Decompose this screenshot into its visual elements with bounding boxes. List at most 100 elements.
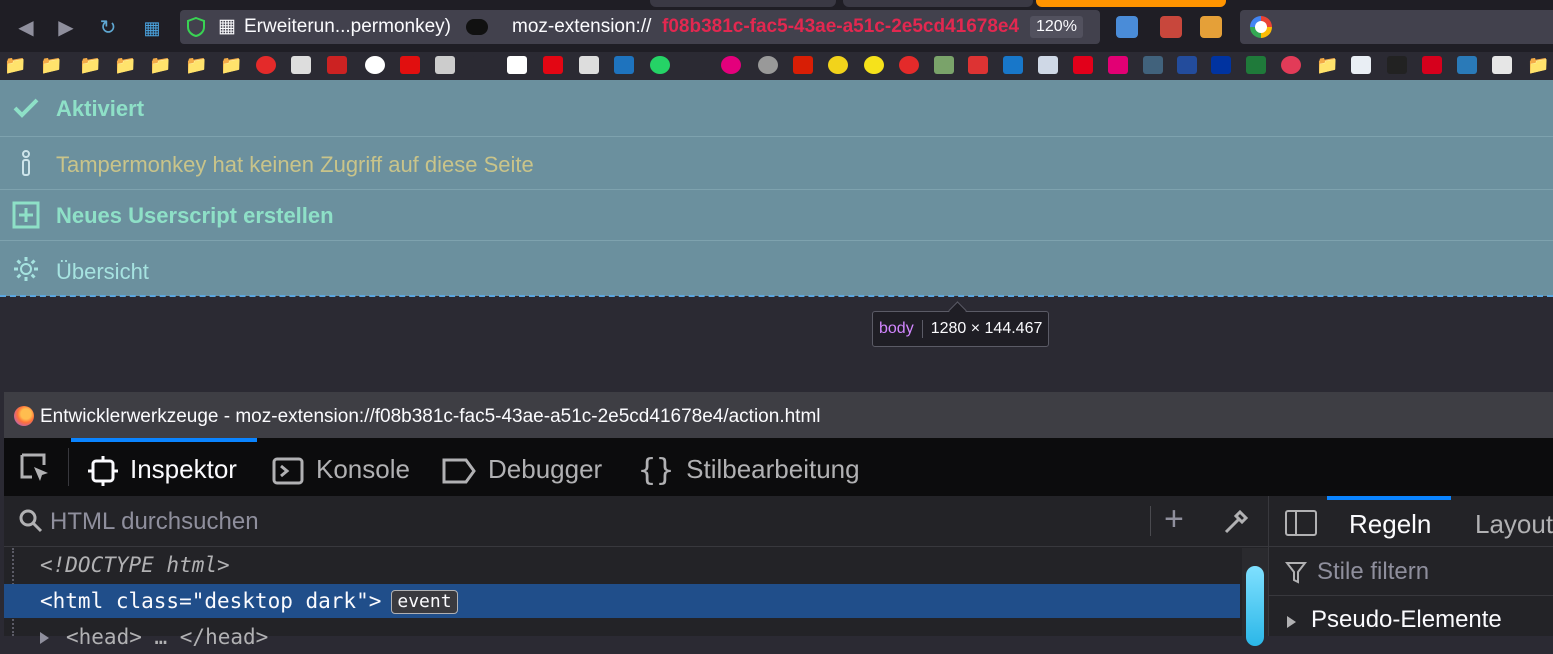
search-bar[interactable]	[1240, 10, 1553, 44]
bookmark-icon[interactable]	[758, 56, 778, 74]
bookmark-folder-icon[interactable]: 📁	[79, 56, 99, 74]
bookmark-icon[interactable]	[1246, 56, 1266, 74]
styles-filter-input[interactable]	[1315, 555, 1549, 589]
checkmark-icon	[13, 98, 39, 118]
markup-scrollbar[interactable]	[1242, 548, 1268, 646]
bookmark-icon[interactable]	[291, 56, 311, 74]
bookmark-icon[interactable]	[968, 56, 988, 74]
browser-toolbar: ◀ ▶ ↻ ▦ ▦ Erweiterun...permonkey) moz-ex…	[0, 0, 1553, 52]
enabled-toggle-row[interactable]: Aktiviert	[0, 80, 1553, 137]
bookmark-icon[interactable]	[793, 56, 813, 74]
bookmark-folder-icon[interactable]: 📁	[185, 56, 205, 74]
bookmark-folder-icon[interactable]: 📁	[4, 56, 24, 74]
new-userscript-row[interactable]: Neues Userscript erstellen	[0, 190, 1553, 241]
bookmark-icon[interactable]	[400, 56, 420, 74]
markup-node-doctype[interactable]: <!DOCTYPE html>	[4, 548, 1240, 582]
markup-node-html-selected[interactable]: <html class="desktop dark"> event	[4, 584, 1240, 618]
bookmark-icon[interactable]	[1492, 56, 1512, 74]
bookmark-icon[interactable]	[579, 56, 599, 74]
toggle-pane-icon[interactable]	[1285, 510, 1317, 536]
reload-icon[interactable]: ↻	[94, 14, 122, 42]
pseudo-elements-row[interactable]: Pseudo-Elemente	[1269, 596, 1553, 636]
bookmark-icon[interactable]	[1177, 56, 1197, 74]
extension-icon[interactable]	[1160, 16, 1182, 38]
bookmark-icon[interactable]	[899, 56, 919, 74]
console-icon	[272, 457, 304, 485]
tab-sliver[interactable]	[843, 0, 1033, 7]
bookmark-icon[interactable]	[327, 56, 347, 74]
bookmark-icon[interactable]	[1422, 56, 1442, 74]
expand-toggle-icon[interactable]	[40, 632, 49, 644]
eyedropper-icon[interactable]	[1222, 508, 1250, 536]
bookmark-folder-icon[interactable]: 📁	[149, 56, 169, 74]
markup-node-head[interactable]: <head> … </head>	[4, 620, 1240, 654]
bookmark-icon[interactable]	[543, 56, 563, 74]
bookmark-icon[interactable]	[828, 56, 848, 74]
tab-layout[interactable]: Layout	[1475, 496, 1553, 546]
overview-row[interactable]: Übersicht	[0, 241, 1553, 295]
bookmark-icon[interactable]	[256, 56, 276, 74]
forward-arrow-icon[interactable]: ▶	[52, 14, 80, 42]
bookmark-folder-icon[interactable]: 📁	[1527, 56, 1547, 74]
tab-inspector[interactable]: Inspektor	[88, 438, 237, 496]
tab-style-editor-label: Stilbearbeitung	[686, 454, 860, 484]
tab-inspector-label: Inspektor	[130, 454, 237, 484]
bookmark-icon[interactable]	[435, 56, 455, 74]
bookmark-icon[interactable]	[1003, 56, 1023, 74]
bookmark-icon[interactable]	[365, 56, 385, 74]
tab-sliver[interactable]	[650, 0, 836, 7]
tab-sliver-active[interactable]	[1036, 0, 1226, 7]
filter-icon	[1285, 562, 1307, 584]
node-code: <!DOCTYPE html>	[40, 553, 230, 577]
bookmark-icon[interactable]	[1143, 56, 1163, 74]
sidebar-tabs: Regeln Layout	[1269, 496, 1553, 547]
bookmark-icon[interactable]	[685, 56, 705, 74]
bookmark-icon[interactable]	[934, 56, 954, 74]
bookmark-icon[interactable]	[1351, 56, 1371, 74]
bookmark-folder-icon[interactable]: 📁	[1316, 56, 1336, 74]
bookmark-icon[interactable]	[1108, 56, 1128, 74]
bookmark-icon[interactable]	[1038, 56, 1058, 74]
bookmark-icon[interactable]	[1073, 56, 1093, 74]
bookmark-icon[interactable]	[721, 56, 741, 74]
tab-style-editor[interactable]: {} Stilbearbeitung	[638, 438, 860, 496]
scrollbar-thumb[interactable]	[1246, 566, 1264, 646]
back-arrow-icon[interactable]: ◀	[12, 14, 40, 42]
bookmark-icon[interactable]	[1281, 56, 1301, 74]
devtools-titlebar[interactable]: Entwicklerwerkzeuge - moz-extension://f0…	[4, 392, 1553, 438]
google-icon	[1250, 16, 1272, 38]
shield-icon[interactable]	[186, 17, 206, 37]
markup-tree: <!DOCTYPE html> <html class="desktop dar…	[4, 548, 1240, 649]
extension-icon[interactable]	[1200, 16, 1222, 38]
tab-console-label: Konsole	[316, 454, 410, 484]
bookmark-folder-icon[interactable]: 📁	[40, 56, 60, 74]
bookmark-icon[interactable]	[1457, 56, 1477, 74]
event-badge[interactable]: event	[391, 590, 458, 614]
html-search-input[interactable]	[48, 504, 1142, 540]
debugger-icon	[442, 458, 476, 484]
expand-toggle-icon[interactable]	[1287, 616, 1296, 628]
url-host[interactable]: f08b381c-fac5-43ae-a51c-2e5cd41678e4	[662, 10, 1028, 44]
url-prefix[interactable]: moz-extension://	[512, 10, 651, 44]
bookmark-icon[interactable]	[614, 56, 634, 74]
add-node-icon[interactable]: +	[1164, 500, 1184, 539]
bookmark-icon[interactable]	[507, 56, 527, 74]
tab-debugger[interactable]: Debugger	[442, 438, 602, 496]
search-icon	[19, 509, 43, 533]
bookmark-folder-icon[interactable]: 📁	[114, 56, 134, 74]
element-picker-icon[interactable]	[18, 451, 52, 485]
new-userscript-label: Neues Userscript erstellen	[56, 203, 334, 228]
zoom-indicator[interactable]: 120%	[1030, 16, 1083, 38]
tab-rules[interactable]: Regeln	[1349, 496, 1431, 546]
bookmark-icon[interactable]	[650, 56, 670, 74]
bookmark-folder-icon[interactable]: 📁	[220, 56, 240, 74]
url-bar[interactable]: ▦ Erweiterun...permonkey) moz-extension:…	[180, 10, 1100, 44]
bookmark-icon[interactable]	[471, 56, 491, 74]
site-identity-label[interactable]: Erweiterun...permonkey)	[244, 10, 451, 44]
bookmark-icon[interactable]	[864, 56, 884, 74]
bookmark-icon[interactable]	[1211, 56, 1231, 74]
tab-console[interactable]: Konsole	[272, 438, 410, 496]
bookmark-icon[interactable]	[1387, 56, 1407, 74]
reader-icon[interactable]: ▦	[138, 14, 166, 42]
extension-icon[interactable]	[1116, 16, 1138, 38]
